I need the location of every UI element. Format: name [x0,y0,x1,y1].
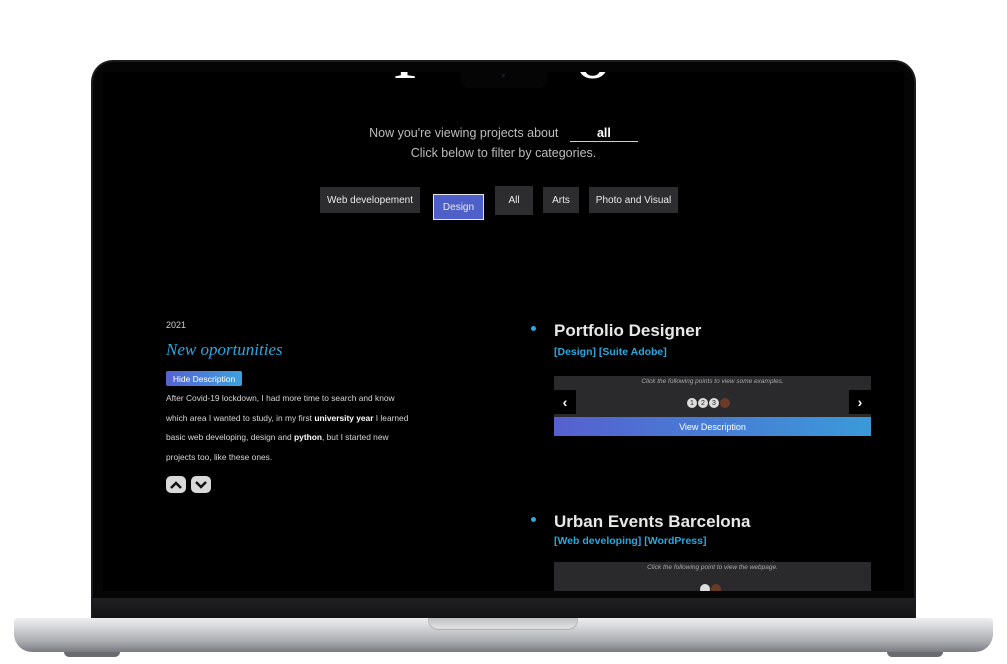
project-title-urban-events: Urban Events Barcelona [554,512,751,531]
scroll-down-button[interactable] [191,476,211,493]
timeline-year: 2021 [166,320,187,330]
filter-instruction: Click below to filter by categories. [410,146,597,160]
viewing-prefix: Now you're viewing projects about [369,126,559,140]
laptop-screen: Projects Now you're viewing projects abo… [103,72,904,591]
scroll-up-button[interactable] [166,476,186,493]
chevron-up-icon [170,480,182,489]
laptop-chin [93,598,914,620]
project-bullet [531,517,536,522]
gallery-dot-1[interactable] [700,584,710,591]
gallery-dot-1[interactable]: 1 [687,398,697,408]
gallery-dot-3[interactable]: 3 [709,398,719,408]
category-photo-visual[interactable]: Photo and Visual [589,187,678,213]
gallery-prev-button[interactable]: ‹ [554,390,576,414]
laptop-base-groove [428,618,578,630]
project-gallery-portfolio: Click the following points to view some … [554,376,871,436]
desc-bold-2: python [294,432,322,442]
laptop-foot-left [64,652,120,657]
gallery-hint: Click the following point to view the we… [647,564,778,571]
current-filter: all [569,126,638,142]
gallery-dots: 1 2 3 [687,398,730,408]
gallery-dot-active[interactable] [720,398,730,408]
hide-description-button[interactable]: Hide Description [166,371,242,386]
gallery-dot-active[interactable] [711,584,721,591]
project-bullet [531,326,536,331]
desc-bold-1: university year [314,412,374,423]
chevron-down-icon [195,480,207,489]
gallery-dots [700,584,721,591]
project-title-portfolio: Portfolio Designer [554,321,702,340]
timeline-title: New oportunities [166,340,283,359]
gallery-next-button[interactable]: › [849,390,871,414]
category-arts[interactable]: Arts [543,187,579,213]
category-design[interactable]: Design [433,194,484,220]
gallery-dot-2[interactable]: 2 [698,398,708,408]
category-all[interactable]: All [495,186,533,215]
laptop-foot-right [887,652,943,657]
category-web-development[interactable]: Web developement [320,187,420,213]
gallery-hint: Click the following points to view some … [641,378,784,385]
camera-icon [502,74,505,77]
viewing-status: Now you're viewing projects about all [103,126,904,142]
project-tags-portfolio[interactable]: [Design] [Suite Adobe] [554,346,667,358]
project-tags-urban-events[interactable]: [Web developing] [WordPress] [554,535,706,547]
view-description-button[interactable]: View Description [554,417,871,436]
project-gallery-urban-events: Click the following point to view the we… [554,562,871,591]
timeline-description: After Covid-19 lockdown, I had more time… [166,389,416,467]
